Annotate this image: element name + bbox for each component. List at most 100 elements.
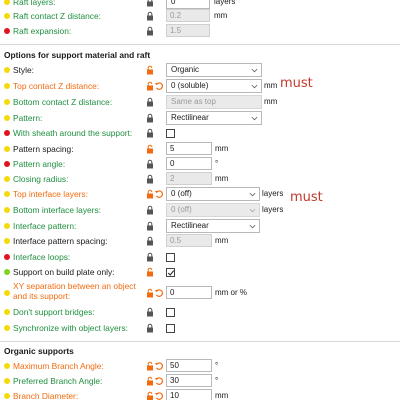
raft-expansion-field[interactable]: 1.5 [166, 24, 210, 37]
style-dropdown[interactable]: Organic [166, 63, 262, 77]
with-sheath-checkbox[interactable] [166, 129, 175, 138]
lock-icon[interactable] [145, 159, 155, 169]
raft-contact-z-row: Raft contact Z distance: 0.2 mm [0, 8, 400, 24]
pattern-angle-unit: ° [215, 159, 219, 168]
lock-icon[interactable] [145, 97, 155, 107]
unlock-icon[interactable] [145, 65, 155, 75]
sync-object-layers-label: Synchronize with object layers: [13, 323, 128, 333]
unlock-icon[interactable] [145, 144, 155, 154]
pattern-spacing-row: Pattern spacing: 5 mm [0, 141, 400, 157]
must-annotation-2: must [290, 190, 323, 205]
closing-radius-field[interactable]: 2 [166, 172, 212, 185]
status-dot-yellow [4, 176, 10, 182]
preferred-branch-angle-unit: ° [215, 376, 219, 385]
interface-loops-checkbox[interactable] [166, 253, 175, 262]
top-contact-z-dropdown[interactable]: 0 (soluble) [166, 79, 262, 93]
build-plate-only-row: Support on build plate only: [0, 264, 400, 280]
status-dot-yellow [4, 83, 10, 89]
bottom-contact-z-dropdown[interactable]: Same as top [166, 95, 262, 109]
interface-pattern-spacing-label: Interface pattern spacing: [13, 236, 108, 246]
top-contact-z-row: Top contact Z distance: 0 (soluble) mm [0, 78, 400, 94]
status-dot-red [4, 254, 10, 260]
max-branch-angle-unit: ° [215, 361, 219, 370]
organic-section-title: Organic supports [4, 346, 74, 356]
status-dot-yellow [4, 309, 10, 315]
support-section-title: Options for support material and raft [4, 50, 151, 60]
undo-arrow-icon[interactable] [154, 288, 164, 298]
lock-icon[interactable] [145, 205, 155, 215]
status-dot-yellow [4, 223, 10, 229]
lock-icon[interactable] [145, 0, 155, 7]
undo-arrow-icon[interactable] [154, 81, 164, 91]
lock-icon[interactable] [145, 26, 155, 36]
closing-radius-row: Closing radius: 2 mm [0, 171, 400, 187]
bottom-interface-layers-row: Bottom interface layers: 0 (off) layers [0, 202, 400, 218]
pattern-label: Pattern: [13, 113, 43, 123]
xy-separation-label-line2: and its support: [13, 291, 71, 301]
lock-icon[interactable] [145, 252, 155, 262]
must-annotation-1: must [280, 76, 313, 91]
style-label: Style: [13, 65, 34, 75]
top-contact-z-unit: mm [264, 81, 278, 90]
closing-radius-unit: mm [215, 174, 229, 183]
pattern-spacing-field[interactable]: 5 [166, 142, 212, 155]
top-contact-z-label: Top contact Z distance: [13, 81, 100, 91]
xy-separation-row: XY separation between an object and its … [0, 281, 400, 301]
pattern-angle-field[interactable]: 0 [166, 157, 212, 170]
chevron-down-icon [249, 208, 256, 213]
status-dot-yellow [4, 146, 10, 152]
top-interface-layers-unit: layers [262, 189, 284, 198]
dont-support-bridges-label: Don't support bridges: [13, 307, 95, 317]
build-plate-only-checkbox[interactable] [166, 268, 175, 277]
top-interface-layers-label: Top interface layers: [13, 189, 88, 199]
pattern-angle-label: Pattern angle: [13, 159, 66, 169]
raft-contact-z-field[interactable]: 0.2 [166, 9, 210, 22]
top-interface-layers-row: Top interface layers: 0 (off) layers [0, 186, 400, 202]
xy-separation-label-line1: XY separation between an object [13, 281, 136, 291]
unlock-icon[interactable] [145, 267, 155, 277]
chevron-down-icon [251, 116, 258, 121]
raft-contact-z-unit: mm [214, 11, 228, 20]
lock-icon[interactable] [145, 174, 155, 184]
branch-diameter-field[interactable]: 10 [166, 389, 212, 400]
max-branch-angle-field[interactable]: 50 [166, 359, 212, 372]
bottom-contact-z-unit: mm [264, 97, 278, 106]
lock-icon[interactable] [145, 11, 155, 21]
max-branch-angle-label: Maximum Branch Angle: [13, 361, 104, 371]
top-interface-layers-dropdown[interactable]: 0 (off) [166, 187, 260, 201]
interface-pattern-spacing-row: Interface pattern spacing: 0.5 mm [0, 233, 400, 249]
build-plate-only-label: Support on build plate only: [13, 267, 115, 277]
interface-pattern-spacing-field[interactable]: 0.5 [166, 234, 212, 247]
undo-arrow-icon[interactable] [154, 361, 164, 371]
lock-icon[interactable] [145, 128, 155, 138]
bottom-interface-layers-dropdown[interactable]: 0 (off) [166, 203, 260, 217]
undo-arrow-icon[interactable] [154, 391, 164, 400]
chevron-down-icon [249, 224, 256, 229]
pattern-dropdown[interactable]: Rectilinear [166, 111, 262, 125]
xy-separation-field[interactable]: 0 [166, 286, 212, 299]
status-dot-yellow [4, 67, 10, 73]
lock-icon[interactable] [145, 236, 155, 246]
raft-layers-label: Raft layers: [13, 0, 56, 7]
lock-icon[interactable] [145, 323, 155, 333]
chevron-down-icon [251, 68, 258, 73]
dont-support-bridges-checkbox[interactable] [166, 308, 175, 317]
checkmark-icon [167, 270, 175, 276]
bottom-contact-z-label: Bottom contact Z distance: [13, 97, 113, 107]
undo-arrow-icon[interactable] [154, 376, 164, 386]
xy-separation-unit: mm or % [215, 288, 247, 297]
dont-support-bridges-row: Don't support bridges: [0, 304, 400, 320]
branch-diameter-row: Branch Diameter: 10 mm [0, 388, 400, 400]
sync-object-layers-row: Synchronize with object layers: [0, 320, 400, 336]
lock-icon[interactable] [145, 221, 155, 231]
preferred-branch-angle-field[interactable]: 30 [166, 374, 212, 387]
style-row: Style: Organic [0, 62, 400, 78]
undo-arrow-icon[interactable] [154, 189, 164, 199]
lock-icon[interactable] [145, 307, 155, 317]
pattern-row: Pattern: Rectilinear [0, 110, 400, 126]
sync-object-layers-checkbox[interactable] [166, 324, 175, 333]
lock-icon[interactable] [145, 113, 155, 123]
bottom-interface-layers-label: Bottom interface layers: [13, 205, 101, 215]
interface-pattern-dropdown[interactable]: Rectilinear [166, 219, 260, 233]
interface-pattern-label: Interface pattern: [13, 221, 77, 231]
